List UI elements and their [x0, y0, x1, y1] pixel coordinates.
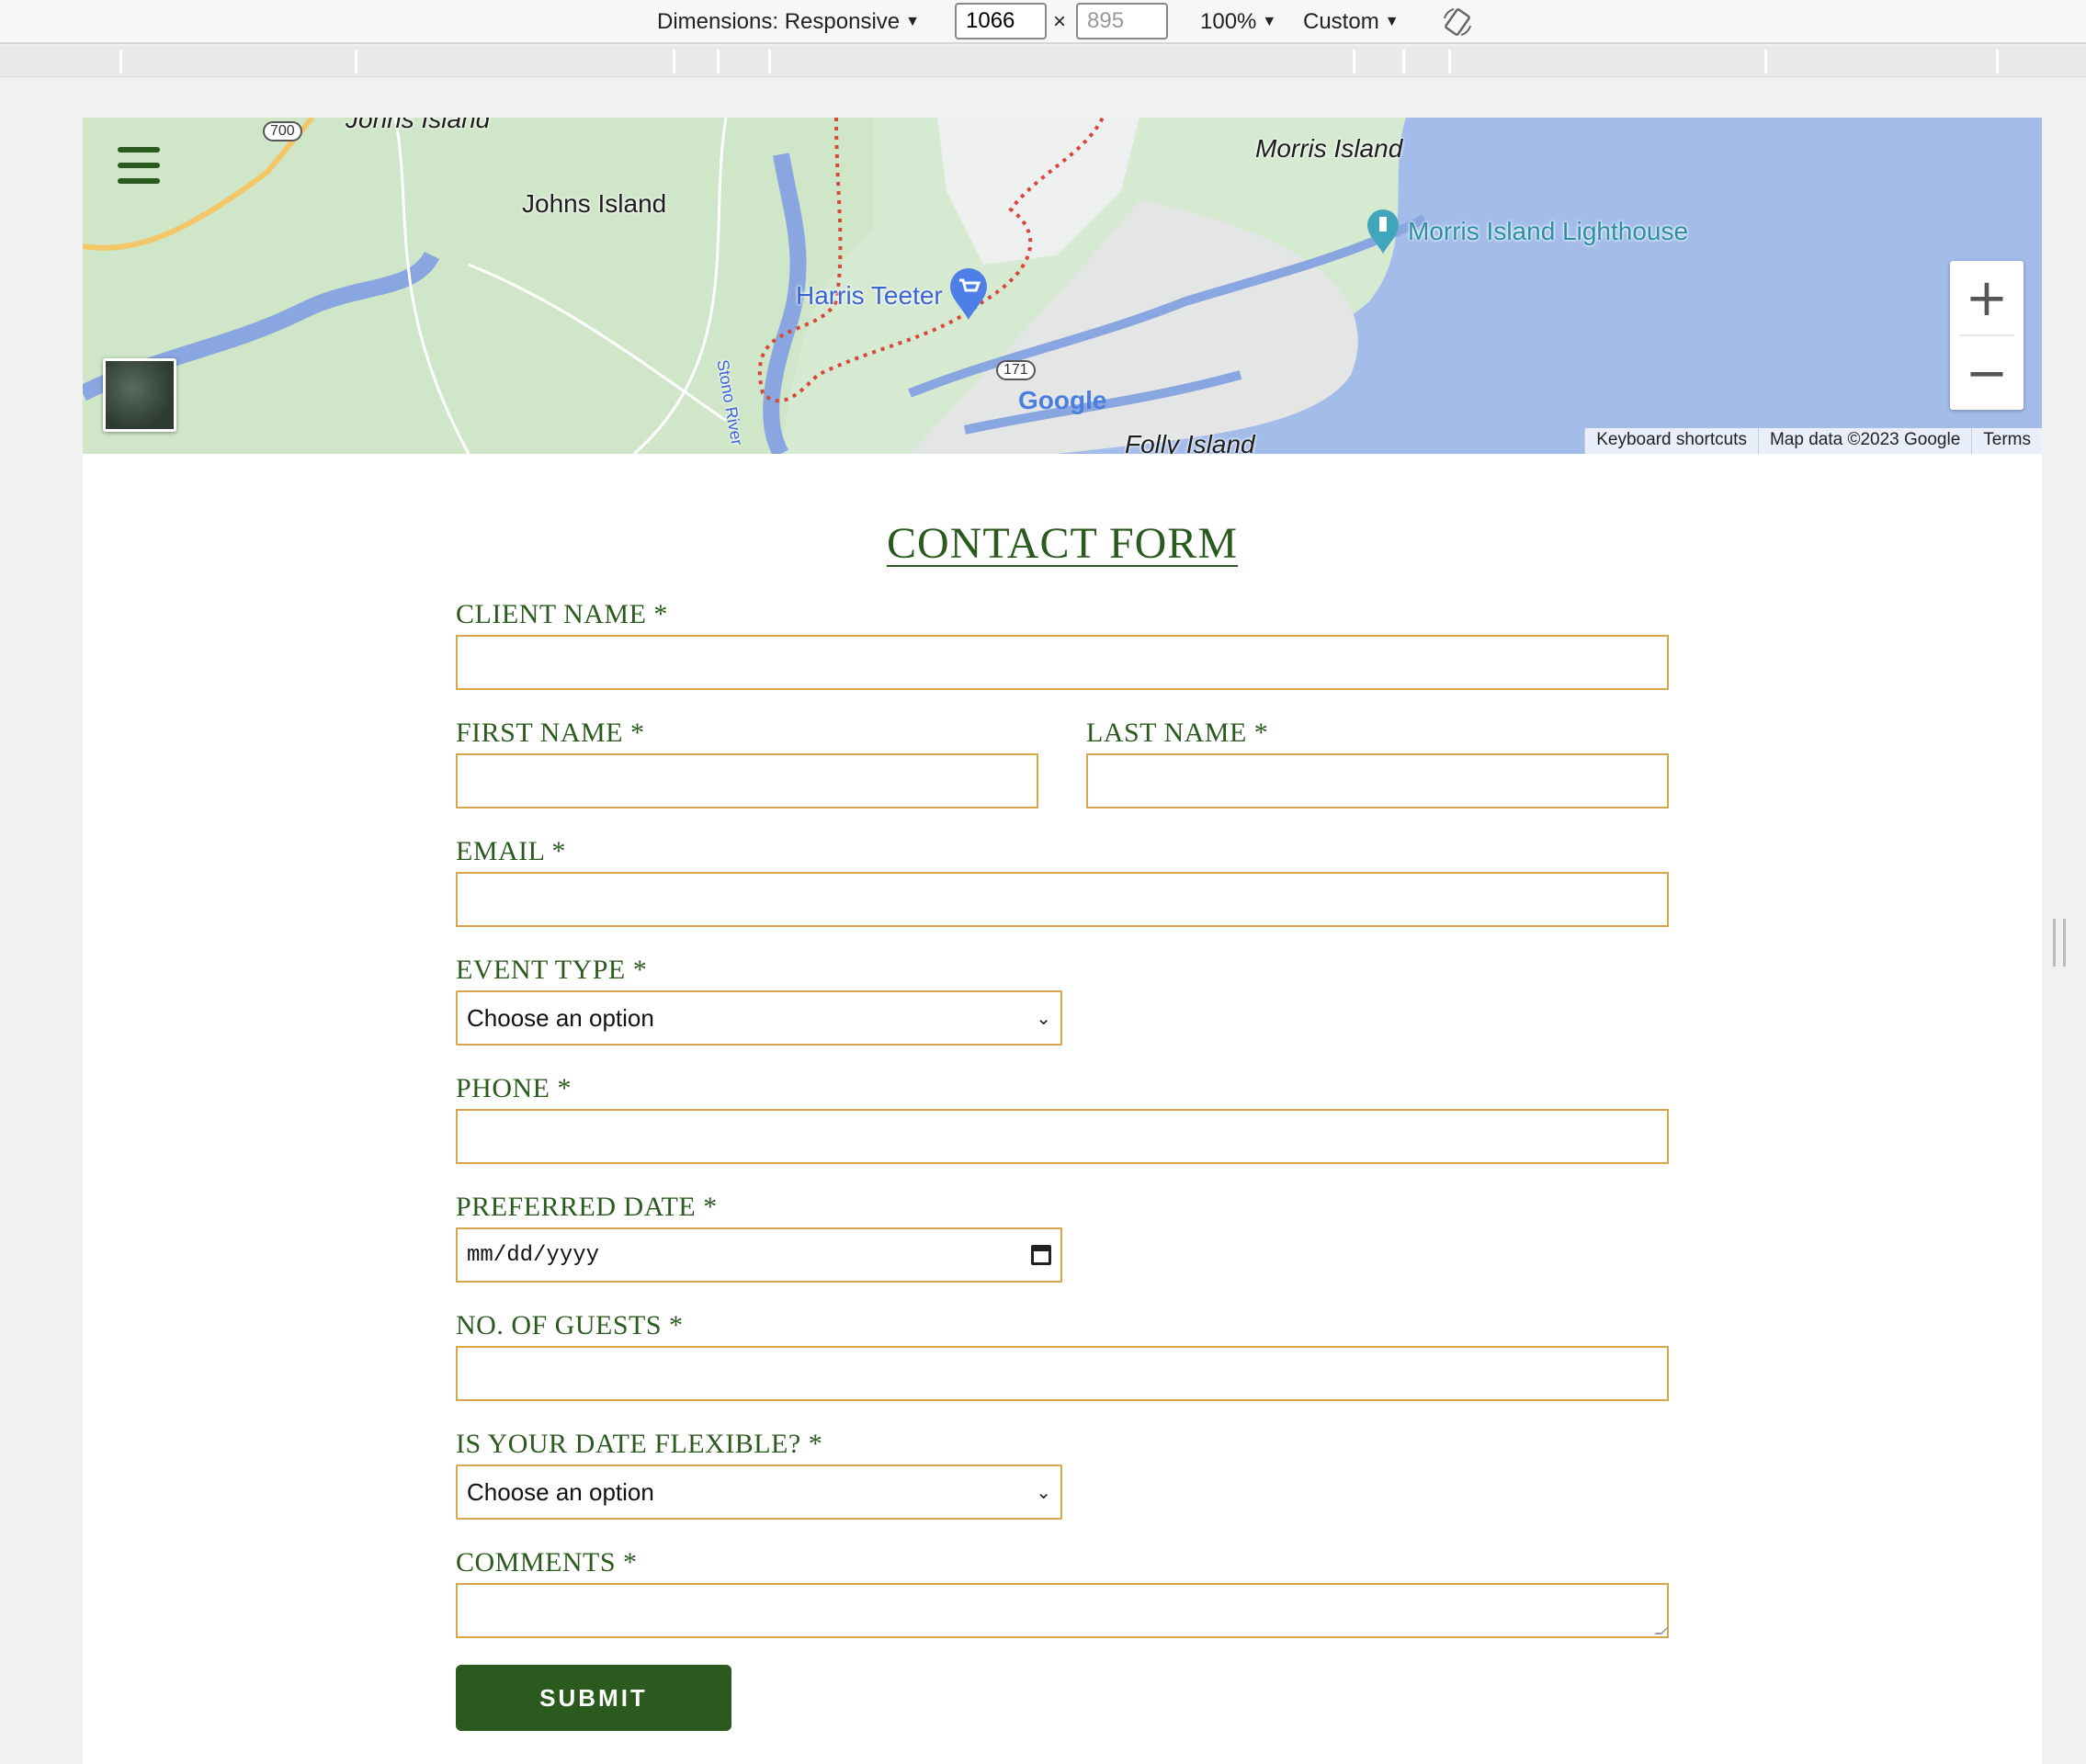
map-label-johns-island: Johns Island — [522, 189, 667, 218]
map-label-johns-island-top: Johns Island — [346, 118, 491, 133]
map-label-harris-teeter[interactable]: Harris Teeter — [796, 281, 943, 311]
caret-down-icon: ▼ — [1384, 14, 1400, 29]
throttle-label: Custom — [1303, 9, 1379, 34]
resize-grip-icon[interactable] — [1654, 1627, 1669, 1634]
flexible-value: Choose an option — [467, 1477, 654, 1506]
rotate-icon[interactable] — [1441, 0, 1474, 44]
chevron-down-icon: ⌄ — [1036, 1481, 1051, 1503]
caret-down-icon: ▼ — [905, 14, 920, 29]
throttle-dropdown[interactable]: Custom ▼ — [1303, 0, 1400, 44]
map-label-lighthouse[interactable]: Morris Island Lighthouse — [1408, 217, 1688, 246]
submit-button[interactable]: SUBMIT — [456, 1665, 731, 1731]
phone-input[interactable] — [456, 1109, 1669, 1164]
last-name-input[interactable] — [1086, 753, 1669, 808]
media-query-ruler — [0, 46, 2086, 77]
flexible-select[interactable]: Choose an option ⌄ — [456, 1464, 1062, 1520]
client-name-input[interactable] — [456, 635, 1669, 690]
event-type-select[interactable]: Choose an option ⌄ — [456, 990, 1062, 1046]
zoom-label: 100% — [1200, 9, 1257, 34]
comments-label: COMMENTS * — [456, 1547, 638, 1577]
client-name-label: CLIENT NAME * — [456, 599, 668, 629]
lighthouse-pin-icon[interactable] — [1367, 209, 1399, 254]
event-type-value: Choose an option — [467, 1003, 654, 1032]
guests-label: NO. OF GUESTS * — [456, 1310, 684, 1340]
shopping-cart-pin-icon[interactable] — [950, 268, 987, 320]
form-title: CONTACT FORM — [886, 519, 1238, 568]
terms-link[interactable]: Terms — [1971, 428, 2042, 454]
date-placeholder: mm/dd/yyyy — [467, 1242, 600, 1268]
comments-textarea[interactable] — [456, 1583, 1669, 1638]
hamburger-menu-icon[interactable] — [118, 147, 162, 186]
devtools-toolbar: Dimensions: Responsive ▼ 1066 × 895 100%… — [0, 0, 2086, 44]
map-embed[interactable]: 700 Johns Island Johns Island Morris Isl… — [83, 118, 2042, 454]
satellite-toggle[interactable] — [103, 358, 176, 432]
last-name-label: LAST NAME * — [1086, 718, 1269, 748]
chevron-down-icon: ⌄ — [1036, 1007, 1051, 1029]
dimensions-label: Dimensions: Responsive — [657, 9, 901, 34]
times-sign: × — [1053, 9, 1067, 34]
preferred-date-input[interactable]: mm/dd/yyyy — [456, 1227, 1062, 1283]
calendar-icon[interactable] — [1031, 1245, 1051, 1265]
viewport-resize-handle[interactable] — [2053, 919, 2066, 967]
preferred-date-label: PREFERRED DATE * — [456, 1192, 718, 1222]
page-viewport: 700 Johns Island Johns Island Morris Isl… — [83, 118, 2042, 1764]
email-label: EMAIL * — [456, 836, 566, 866]
first-name-input[interactable] — [456, 753, 1038, 808]
height-input[interactable]: 895 — [1076, 3, 1168, 40]
map-data-credit: Map data ©2023 Google — [1757, 428, 1971, 454]
zoom-out-button[interactable]: − — [1950, 336, 2024, 410]
google-logo: Google — [1018, 386, 1107, 414]
keyboard-shortcuts-link[interactable]: Keyboard shortcuts — [1584, 428, 1758, 454]
dimensions-dropdown[interactable]: Dimensions: Responsive ▼ — [657, 0, 920, 44]
route-700-badge: 700 — [263, 121, 302, 141]
zoom-in-button[interactable]: + — [1950, 261, 2024, 334]
phone-label: PHONE * — [456, 1073, 573, 1103]
map-footer: Keyboard shortcuts Map data ©2023 Google… — [1584, 428, 2042, 454]
map-label-morris-island: Morris Island — [1255, 134, 1403, 163]
email-input[interactable] — [456, 872, 1669, 927]
guests-input[interactable] — [456, 1346, 1669, 1401]
flexible-label: IS YOUR DATE FLEXIBLE? * — [456, 1429, 823, 1459]
zoom-control: + − — [1950, 261, 2024, 410]
width-input[interactable]: 1066 — [955, 3, 1047, 40]
event-type-label: EVENT TYPE * — [456, 955, 648, 985]
map-label-folly-island: Folly Island — [1125, 430, 1255, 454]
zoom-dropdown[interactable]: 100% ▼ — [1200, 0, 1276, 44]
first-name-label: FIRST NAME * — [456, 718, 645, 748]
route-171-badge: 171 — [996, 360, 1036, 380]
caret-down-icon: ▼ — [1262, 14, 1277, 29]
